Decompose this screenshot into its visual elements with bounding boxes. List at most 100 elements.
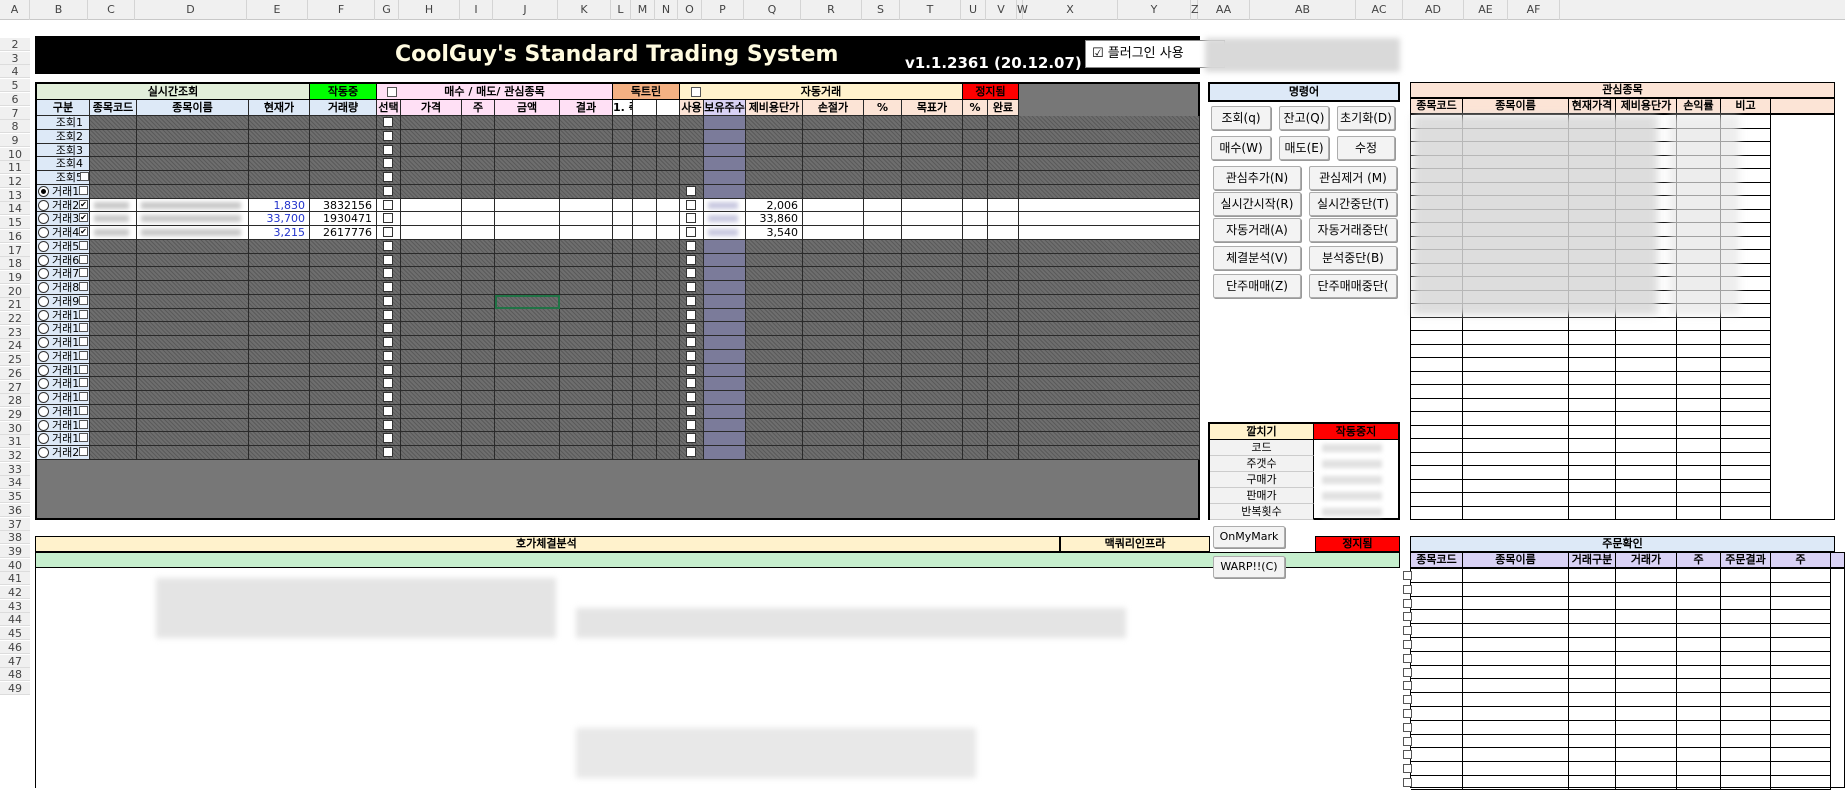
command-button[interactable]: 잔고(Q) <box>1279 106 1329 130</box>
grid-cell[interactable] <box>560 281 613 295</box>
grid-cell[interactable] <box>462 198 495 213</box>
select-checkbox[interactable] <box>383 433 393 444</box>
select-checkbox[interactable] <box>383 337 393 347</box>
trade-radio[interactable] <box>38 295 49 307</box>
order-checkbox[interactable] <box>1403 667 1412 677</box>
use-checkbox[interactable] <box>686 405 696 416</box>
order-checkbox[interactable] <box>1403 653 1412 663</box>
use-checkbox[interactable] <box>686 268 696 279</box>
grid-cell[interactable] <box>495 116 560 130</box>
use-checkbox[interactable] <box>686 350 696 361</box>
selected-cell[interactable] <box>495 294 560 309</box>
grid-cell[interactable] <box>377 267 401 281</box>
order-checkbox[interactable] <box>1403 709 1412 718</box>
order-checkbox[interactable] <box>1403 612 1412 622</box>
trade-radio[interactable] <box>38 268 49 280</box>
grid-cell[interactable] <box>377 212 401 226</box>
grid-cell[interactable] <box>495 212 560 226</box>
grid-cell[interactable] <box>560 432 613 446</box>
command-button[interactable]: 체결분석(V) <box>1213 246 1301 270</box>
use-checkbox[interactable] <box>686 227 696 237</box>
trade-row-checkbox[interactable] <box>79 282 88 291</box>
select-checkbox[interactable] <box>383 378 393 389</box>
grid-cell[interactable] <box>401 129 462 144</box>
grid-cell[interactable] <box>495 404 560 419</box>
command-button[interactable]: 분석중단(B) <box>1309 246 1397 270</box>
select-checkbox[interactable] <box>383 447 393 457</box>
grid-cell[interactable] <box>401 267 462 281</box>
auto-trade-checkbox[interactable] <box>691 87 701 97</box>
grid-cell[interactable] <box>401 446 462 460</box>
grid-cell[interactable] <box>401 226 462 240</box>
trade-row-checkbox[interactable] <box>79 364 88 374</box>
select-checkbox[interactable] <box>383 240 393 251</box>
grid-cell[interactable] <box>560 377 613 391</box>
grid-cell[interactable] <box>377 294 401 309</box>
trade-row-checkbox[interactable] <box>79 350 88 360</box>
grid-cell[interactable] <box>560 143 613 158</box>
grid-cell[interactable] <box>462 432 495 446</box>
grid-cell[interactable] <box>560 363 613 378</box>
grid-cell[interactable] <box>560 171 613 185</box>
select-checkbox[interactable] <box>383 199 393 210</box>
select-checkbox[interactable] <box>383 309 393 320</box>
select-checkbox[interactable] <box>383 117 393 127</box>
order-checkbox[interactable] <box>1403 640 1412 649</box>
grid-cell[interactable] <box>401 253 462 268</box>
trade-row-checkbox[interactable] <box>79 254 88 264</box>
order-checkbox[interactable] <box>1403 598 1412 608</box>
trade-radio[interactable] <box>38 405 49 417</box>
order-checkbox[interactable] <box>1403 722 1412 732</box>
trade-radio[interactable] <box>38 392 49 403</box>
grid-cell[interactable] <box>462 239 495 254</box>
grid-cell[interactable] <box>495 432 560 446</box>
grid-cell[interactable] <box>377 363 401 378</box>
grid-cell[interactable] <box>401 239 462 254</box>
grid-cell[interactable] <box>401 336 462 350</box>
grid-cell[interactable] <box>560 391 613 405</box>
grid-cell[interactable] <box>401 432 462 446</box>
grid-cell[interactable] <box>495 349 560 364</box>
grid-cell[interactable] <box>560 253 613 268</box>
trade-row-checkbox[interactable] <box>79 268 88 278</box>
select-checkbox[interactable] <box>383 227 393 237</box>
grid-cell[interactable] <box>560 157 613 171</box>
order-checkbox[interactable] <box>1403 764 1412 774</box>
grid-cell[interactable] <box>495 418 560 433</box>
trade-row-checkbox[interactable] <box>79 323 88 333</box>
use-checkbox[interactable] <box>686 337 696 347</box>
grid-cell[interactable] <box>462 418 495 433</box>
trade-radio[interactable] <box>38 282 49 293</box>
grid-cell[interactable] <box>462 308 495 323</box>
trade-row-checkbox[interactable]: ✔ <box>79 227 88 236</box>
grid-cell[interactable] <box>462 377 495 391</box>
grid-cell[interactable] <box>401 322 462 336</box>
grid-cell[interactable] <box>401 212 462 226</box>
grid-cell[interactable] <box>560 446 613 460</box>
trade-section-checkbox[interactable] <box>387 87 397 97</box>
trade-row-checkbox[interactable] <box>79 309 88 319</box>
grid-cell[interactable] <box>377 143 401 158</box>
grid-cell[interactable] <box>462 294 495 309</box>
grid-cell[interactable] <box>560 116 613 130</box>
grid-cell[interactable] <box>560 129 613 144</box>
grid-cell[interactable] <box>377 349 401 364</box>
grid-cell[interactable] <box>462 404 495 419</box>
command-button[interactable]: 관심제거 (M) <box>1309 166 1397 190</box>
grid-cell[interactable] <box>377 157 401 171</box>
use-checkbox[interactable] <box>686 254 696 265</box>
use-checkbox[interactable] <box>686 433 696 444</box>
command-button[interactable]: 단주매매(Z) <box>1213 274 1301 298</box>
grid-cell[interactable] <box>462 391 495 405</box>
trade-radio[interactable] <box>38 240 49 252</box>
use-checkbox[interactable] <box>686 295 696 306</box>
use-checkbox[interactable] <box>686 378 696 389</box>
grid-cell[interactable] <box>560 308 613 323</box>
grid-cell[interactable] <box>495 391 560 405</box>
use-checkbox[interactable] <box>686 213 696 224</box>
grid-cell[interactable] <box>462 226 495 240</box>
use-checkbox[interactable] <box>686 185 696 196</box>
grid-cell[interactable] <box>401 294 462 309</box>
grid-cell[interactable] <box>401 418 462 433</box>
select-checkbox[interactable] <box>383 185 393 196</box>
